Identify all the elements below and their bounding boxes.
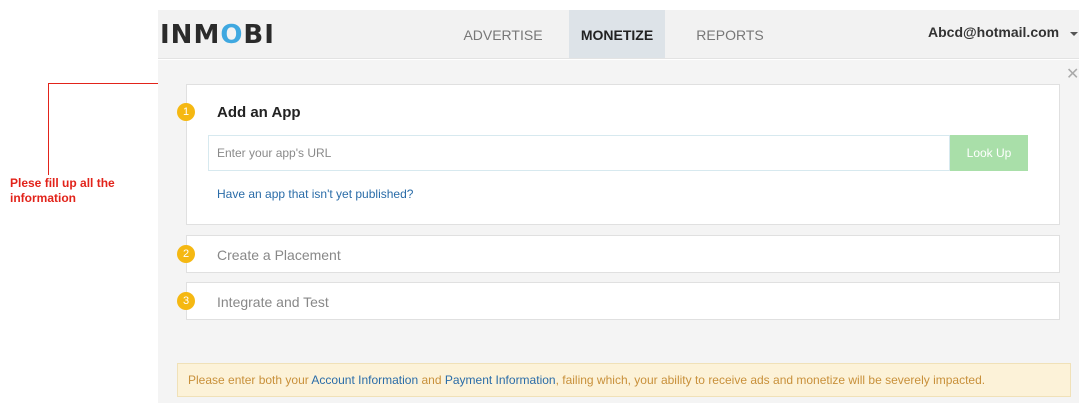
- tab-advertise[interactable]: ADVERTISE: [437, 10, 569, 58]
- close-icon[interactable]: ✕: [1066, 66, 1079, 84]
- inmobi-logo[interactable]: INMOBI: [160, 20, 275, 50]
- payment-information-link[interactable]: Payment Information: [445, 373, 556, 387]
- payment-info-notice: Please enter both your Account Informati…: [177, 363, 1071, 397]
- chevron-down-icon[interactable]: [1070, 32, 1078, 36]
- step-title-create-placement[interactable]: Create a Placement: [217, 247, 341, 263]
- tab-monetize[interactable]: MONETIZE: [569, 10, 665, 58]
- annotation-connector: [48, 83, 49, 175]
- notice-suffix: , failing which, your ability to receive…: [555, 373, 986, 387]
- app-url-input[interactable]: [208, 135, 950, 171]
- user-account-menu[interactable]: Abcd@hotmail.com: [928, 24, 1059, 40]
- step-title-add-app: Add an App: [217, 104, 301, 121]
- notice-middle: and: [418, 373, 445, 387]
- tab-reports[interactable]: REPORTS: [665, 10, 795, 58]
- look-up-button[interactable]: Look Up: [950, 135, 1028, 171]
- notice-prefix: Please enter both your: [188, 373, 312, 387]
- step-number-badge: 3: [177, 292, 195, 310]
- annotation-text: Plese fill up all the information: [10, 176, 115, 205]
- step-number-badge: 2: [177, 245, 195, 263]
- step-number-badge: 1: [177, 103, 195, 121]
- account-information-link[interactable]: Account Information: [311, 373, 418, 387]
- step-title-integrate-test[interactable]: Integrate and Test: [217, 294, 329, 310]
- unpublished-app-link[interactable]: Have an app that isn't yet published?: [217, 187, 413, 201]
